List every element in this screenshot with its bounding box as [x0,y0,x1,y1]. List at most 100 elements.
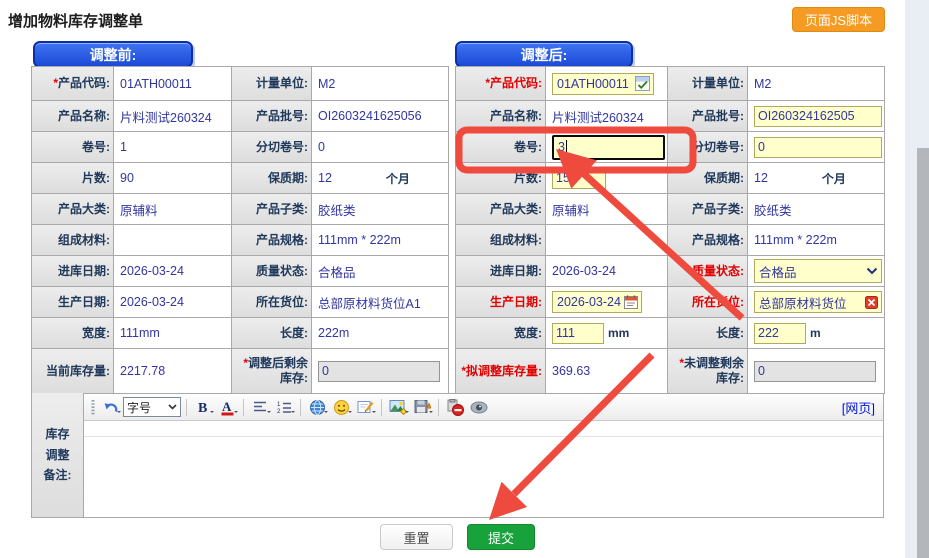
field-label: 卷号: [32,132,114,163]
field-label: 计量单位: [232,67,312,101]
remark-editor[interactable]: 字号 B A 12 [网页] [84,393,884,518]
toolbar-separator [381,399,382,416]
align-icon[interactable] [249,397,271,417]
field-value: 胶纸类 [748,194,885,225]
field-label: 长度: [668,318,748,349]
before-table: *产品代码: 01ATH00011 计量单位: M2 产品名称: 片料测试260… [31,66,449,394]
edit-panel-icon[interactable] [354,397,376,417]
editor-content-divider [84,436,883,437]
scrollbar-thumb[interactable] [917,148,929,558]
page-title: 增加物料库存调整单 [8,10,143,31]
field-value [546,225,668,256]
field-label: 长度: [232,318,312,349]
field-value: 片料测试260324 [546,101,668,132]
svg-text:A: A [222,399,232,414]
batch-no-input[interactable] [754,106,882,127]
field-value: 合格品 [312,256,449,287]
field-value [748,132,885,163]
web-mode-link[interactable]: [网页] [842,398,878,417]
preview-eye-icon[interactable] [468,397,490,417]
field-label: 产品大类: [456,194,546,225]
chevron-down-icon [866,267,878,275]
field-value: 111mm [114,318,232,349]
field-value: 0 [312,132,449,163]
hyperlink-globe-icon[interactable] [306,397,328,417]
field-value: 2026-03-24 [114,287,232,318]
split-roll-no-input[interactable] [754,137,882,158]
submit-button[interactable]: 提交 [467,524,535,550]
emoticon-icon[interactable] [330,397,352,417]
field-value: M2 [312,67,449,101]
field-value: 2217.78 [114,349,232,394]
field-label: 分切卷号: [232,132,312,163]
field-label: 所在货位: [232,287,312,318]
roll-no-input[interactable]: 3 [552,135,665,160]
length-input[interactable] [754,323,806,344]
toolbar-separator [300,399,301,416]
field-label: 组成材料: [456,225,546,256]
field-value: 222m [312,318,449,349]
field-label: 片数: [32,163,114,194]
field-label: 所在货位: [668,287,748,318]
block-paste-icon[interactable] [444,397,466,417]
field-label: *产品代码: [456,67,546,101]
field-label: 当前库存量: [32,349,114,394]
field-value: mm [546,318,668,349]
quality-status-select[interactable]: 合格品 [754,259,882,283]
unadjusted-remaining-stock-input [754,361,876,382]
toolbar-separator [186,399,187,416]
reset-button[interactable]: 重置 [380,524,453,550]
field-label: 宽度: [32,318,114,349]
field-label: 产品大类: [32,194,114,225]
location-input[interactable]: 总部原材料货位 [754,291,882,313]
field-label: 保质期: [232,163,312,194]
save-html-icon[interactable] [411,397,433,417]
clear-location-icon[interactable] [865,296,878,309]
lookup-icon[interactable] [635,76,650,91]
tab-after-adjust[interactable]: 调整后: [455,41,633,68]
field-value: 总部原材料货位 [748,287,885,318]
field-value: 总部原材料货位A1 [312,287,449,318]
unit-label: 个月 [386,170,410,187]
piece-count-input[interactable] [552,168,606,189]
field-label: 质量状态: [668,256,748,287]
width-input[interactable] [552,323,604,344]
font-size-select[interactable]: 字号 [123,397,181,417]
field-value: 2026-03-24 [546,256,668,287]
field-value: 2026-03-24 [114,256,232,287]
field-label: 片数: [456,163,546,194]
toolbar-drag-handle[interactable] [89,397,97,417]
bold-icon[interactable]: B [192,397,214,417]
field-label: 产品批号: [232,101,312,132]
field-label: 卷号: [456,132,546,163]
insert-image-icon[interactable] [387,397,409,417]
field-label: 产品规格: [668,225,748,256]
remark-label-cell: 库存调整备注: [31,393,84,518]
action-button-row: 重置 提交 [31,524,884,550]
field-value [114,225,232,256]
field-value [546,163,668,194]
field-value: 1 [114,132,232,163]
field-label: 组成材料: [32,225,114,256]
field-label: 计量单位: [668,67,748,101]
unit-label: mm [608,326,629,340]
toolbar-separator [438,399,439,416]
production-date-input[interactable]: 2026-03-24 [552,291,642,313]
field-value: m [748,318,885,349]
field-value: 01ATH00011 [114,67,232,101]
field-label: 产品批号: [668,101,748,132]
page-js-script-button[interactable]: 页面JS脚本 [792,7,885,32]
undo-icon[interactable] [99,397,121,417]
field-label: 生产日期: [32,287,114,318]
field-label: *调整后剩余库存: [232,349,312,394]
unit-label: m [810,326,821,340]
font-color-icon[interactable]: A [216,397,238,417]
calendar-icon[interactable] [624,295,638,309]
product-code-input[interactable]: 01ATH00011 [552,73,654,95]
tab-before-adjust[interactable]: 调整前: [33,41,193,68]
field-value: 3 [546,132,668,163]
svg-text:B: B [198,401,207,415]
ordered-list-icon[interactable]: 12 [273,397,295,417]
chevron-down-icon [168,404,177,410]
field-value: M2 [748,67,885,101]
